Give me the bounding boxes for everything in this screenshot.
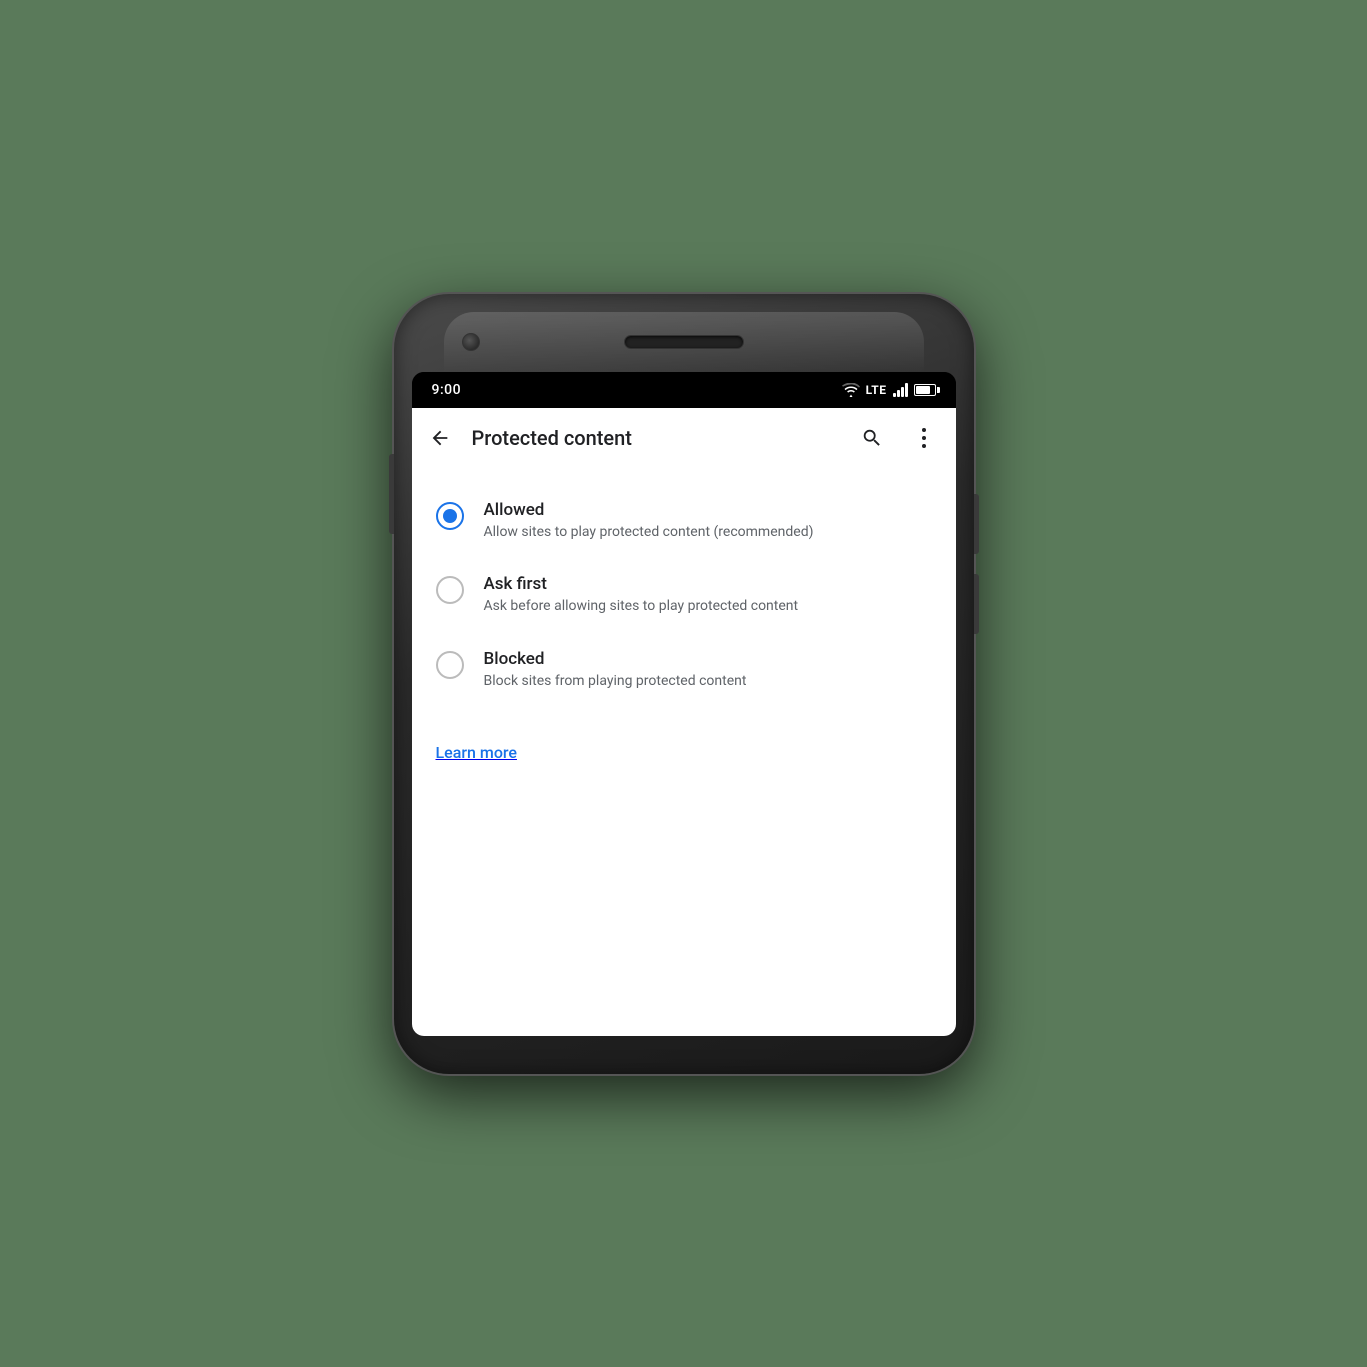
phone-screen: 9:00 LTE <box>412 372 956 1036</box>
radio-ask-first <box>436 576 464 604</box>
learn-more-text: Learn more <box>436 743 517 762</box>
ask-first-title: Ask first <box>484 574 932 594</box>
signal-icon <box>893 383 908 397</box>
radio-blocked <box>436 651 464 679</box>
phone-top-bar <box>412 312 956 372</box>
blocked-title: Blocked <box>484 649 932 669</box>
battery-fill <box>916 386 930 394</box>
status-bar: 9:00 LTE <box>412 372 956 408</box>
more-vertical-icon <box>922 428 926 448</box>
wifi-icon <box>842 383 860 397</box>
option-allowed[interactable]: Allowed Allow sites to play protected co… <box>412 484 956 559</box>
radio-outer-allowed <box>436 502 464 530</box>
battery-icon <box>914 384 936 396</box>
ask-first-desc: Ask before allowing sites to play protec… <box>484 597 932 617</box>
page-title: Protected content <box>472 426 848 450</box>
volume-down-button[interactable] <box>974 574 979 634</box>
app-header: Protected content <box>412 408 956 468</box>
allowed-desc: Allow sites to play protected content (r… <box>484 523 932 543</box>
back-arrow-icon <box>429 427 451 449</box>
volume-up-button[interactable] <box>974 494 979 554</box>
search-button[interactable] <box>848 414 896 462</box>
blocked-text: Blocked Block sites from playing protect… <box>484 649 932 692</box>
front-camera <box>462 333 480 351</box>
radio-outer-blocked <box>436 651 464 679</box>
content-area: Protected content <box>412 408 956 1036</box>
search-icon <box>861 427 883 449</box>
allowed-text: Allowed Allow sites to play protected co… <box>484 500 932 543</box>
ask-first-text: Ask first Ask before allowing sites to p… <box>484 574 932 617</box>
option-blocked[interactable]: Blocked Block sites from playing protect… <box>412 633 956 708</box>
settings-list: Allowed Allow sites to play protected co… <box>412 468 956 724</box>
phone-bottom-bar <box>412 1036 956 1056</box>
allowed-title: Allowed <box>484 500 932 520</box>
lte-label: LTE <box>866 383 887 397</box>
power-button[interactable] <box>389 454 394 534</box>
radio-outer-ask-first <box>436 576 464 604</box>
header-actions <box>848 414 948 462</box>
learn-more-link[interactable]: Learn more <box>412 723 956 782</box>
phone-frame: 9:00 LTE <box>394 294 974 1074</box>
option-ask-first[interactable]: Ask first Ask before allowing sites to p… <box>412 558 956 633</box>
earpiece-speaker <box>624 335 744 349</box>
back-button[interactable] <box>416 414 464 462</box>
status-time: 9:00 <box>432 382 462 398</box>
blocked-desc: Block sites from playing protected conte… <box>484 672 932 692</box>
radio-inner-allowed <box>443 509 457 523</box>
radio-allowed <box>436 502 464 530</box>
more-options-button[interactable] <box>900 414 948 462</box>
status-icons: LTE <box>842 383 936 397</box>
